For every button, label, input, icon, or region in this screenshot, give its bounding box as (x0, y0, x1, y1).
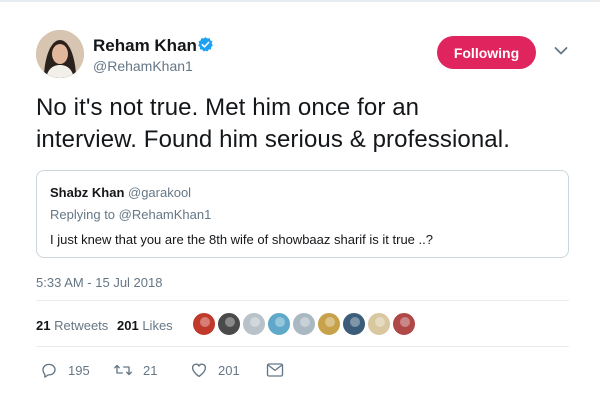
like-count: 201 (218, 362, 240, 378)
liker-avatar[interactable] (242, 312, 266, 336)
author-handle[interactable]: @RehamKhan1 (93, 58, 193, 74)
author-avatar[interactable] (36, 30, 84, 78)
quoted-author-handle: @garakool (128, 185, 192, 200)
retweet-count: 21 (143, 362, 158, 378)
quoted-tweet-text: I just knew that you are the 8th wife of… (50, 232, 433, 247)
likes-stat[interactable]: 201 Likes (117, 318, 173, 333)
tweet-text-line2: interview. Found him serious & professio… (36, 126, 510, 153)
quoted-replying-to: Replying to @RehamKhan1 (50, 207, 212, 222)
quoted-author-name: Shabz Khan (50, 185, 125, 200)
tweet-text: No it's not true. Met him once for an in… (36, 92, 576, 156)
retweet-action[interactable]: 21 (113, 360, 157, 380)
liker-avatar[interactable] (217, 312, 241, 336)
retweets-stat[interactable]: 21 Retweets (36, 318, 108, 333)
chevron-down-icon[interactable] (554, 46, 568, 56)
divider-bottom (36, 346, 569, 347)
liker-avatar[interactable] (292, 312, 316, 336)
retweets-count: 21 (36, 318, 51, 333)
top-border (0, 0, 600, 2)
liker-avatar[interactable] (317, 312, 341, 336)
liker-avatar[interactable] (192, 312, 216, 336)
reply-action[interactable]: 195 (40, 360, 90, 380)
likes-count: 201 (117, 318, 139, 333)
author-name[interactable]: Reham Khan (93, 36, 197, 56)
heart-icon (191, 363, 207, 378)
retweet-icon (114, 364, 132, 376)
liker-avatar[interactable] (367, 312, 391, 336)
liker-avatar[interactable] (342, 312, 366, 336)
following-button[interactable]: Following (437, 36, 536, 69)
direct-message-action[interactable] (266, 360, 294, 380)
divider-top (36, 300, 569, 301)
reply-icon (42, 363, 56, 378)
quoted-tweet[interactable]: Shabz Khan @garakool Replying to @RehamK… (36, 170, 569, 258)
likes-label: Likes (142, 318, 173, 333)
tweet-timestamp[interactable]: 5:33 AM - 15 Jul 2018 (36, 275, 162, 290)
verified-badge-icon (198, 37, 213, 52)
liker-avatar[interactable] (267, 312, 291, 336)
envelope-icon (266, 363, 284, 377)
liker-avatar[interactable] (392, 312, 416, 336)
retweets-label: Retweets (54, 318, 109, 333)
like-action[interactable]: 201 (190, 360, 240, 380)
tweet-text-line1: No it's not true. Met him once for an (36, 94, 420, 121)
reply-count: 195 (68, 362, 90, 378)
